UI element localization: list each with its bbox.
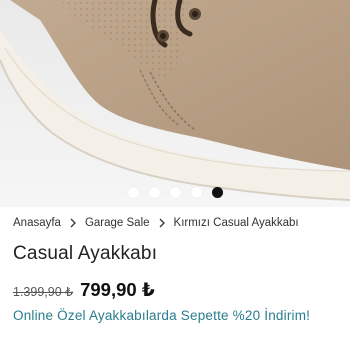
product-title: Casual Ayakkabı (13, 243, 158, 264)
old-price: 1.399,90 ₺ (13, 285, 74, 299)
breadcrumb: Anasayfa Garage Sale Kırmızı Casual Ayak… (13, 217, 299, 229)
gallery-dot-3[interactable] (169, 187, 181, 198)
product-image-gallery[interactable] (0, 0, 350, 207)
current-price: 799,90 ₺ (80, 279, 155, 300)
breadcrumb-item-home[interactable]: Anasayfa (13, 217, 61, 229)
promo-text: Online Özel Ayakkabılarda Sepette %20 İn… (13, 308, 311, 323)
gallery-dot-1[interactable] (127, 187, 139, 198)
gallery-dot-2[interactable] (148, 187, 160, 198)
chevron-right-icon (68, 217, 78, 229)
product-image (0, 0, 350, 207)
gallery-dot-5[interactable] (211, 187, 223, 198)
price-block: 1.399,90 ₺ 799,90 ₺ (13, 279, 155, 301)
gallery-dot-4[interactable] (190, 187, 202, 198)
chevron-right-icon (157, 217, 167, 229)
breadcrumb-item-current: Kırmızı Casual Ayakkabı (173, 217, 299, 229)
breadcrumb-item-garage-sale[interactable]: Garage Sale (85, 217, 150, 229)
gallery-pagination (0, 187, 350, 198)
